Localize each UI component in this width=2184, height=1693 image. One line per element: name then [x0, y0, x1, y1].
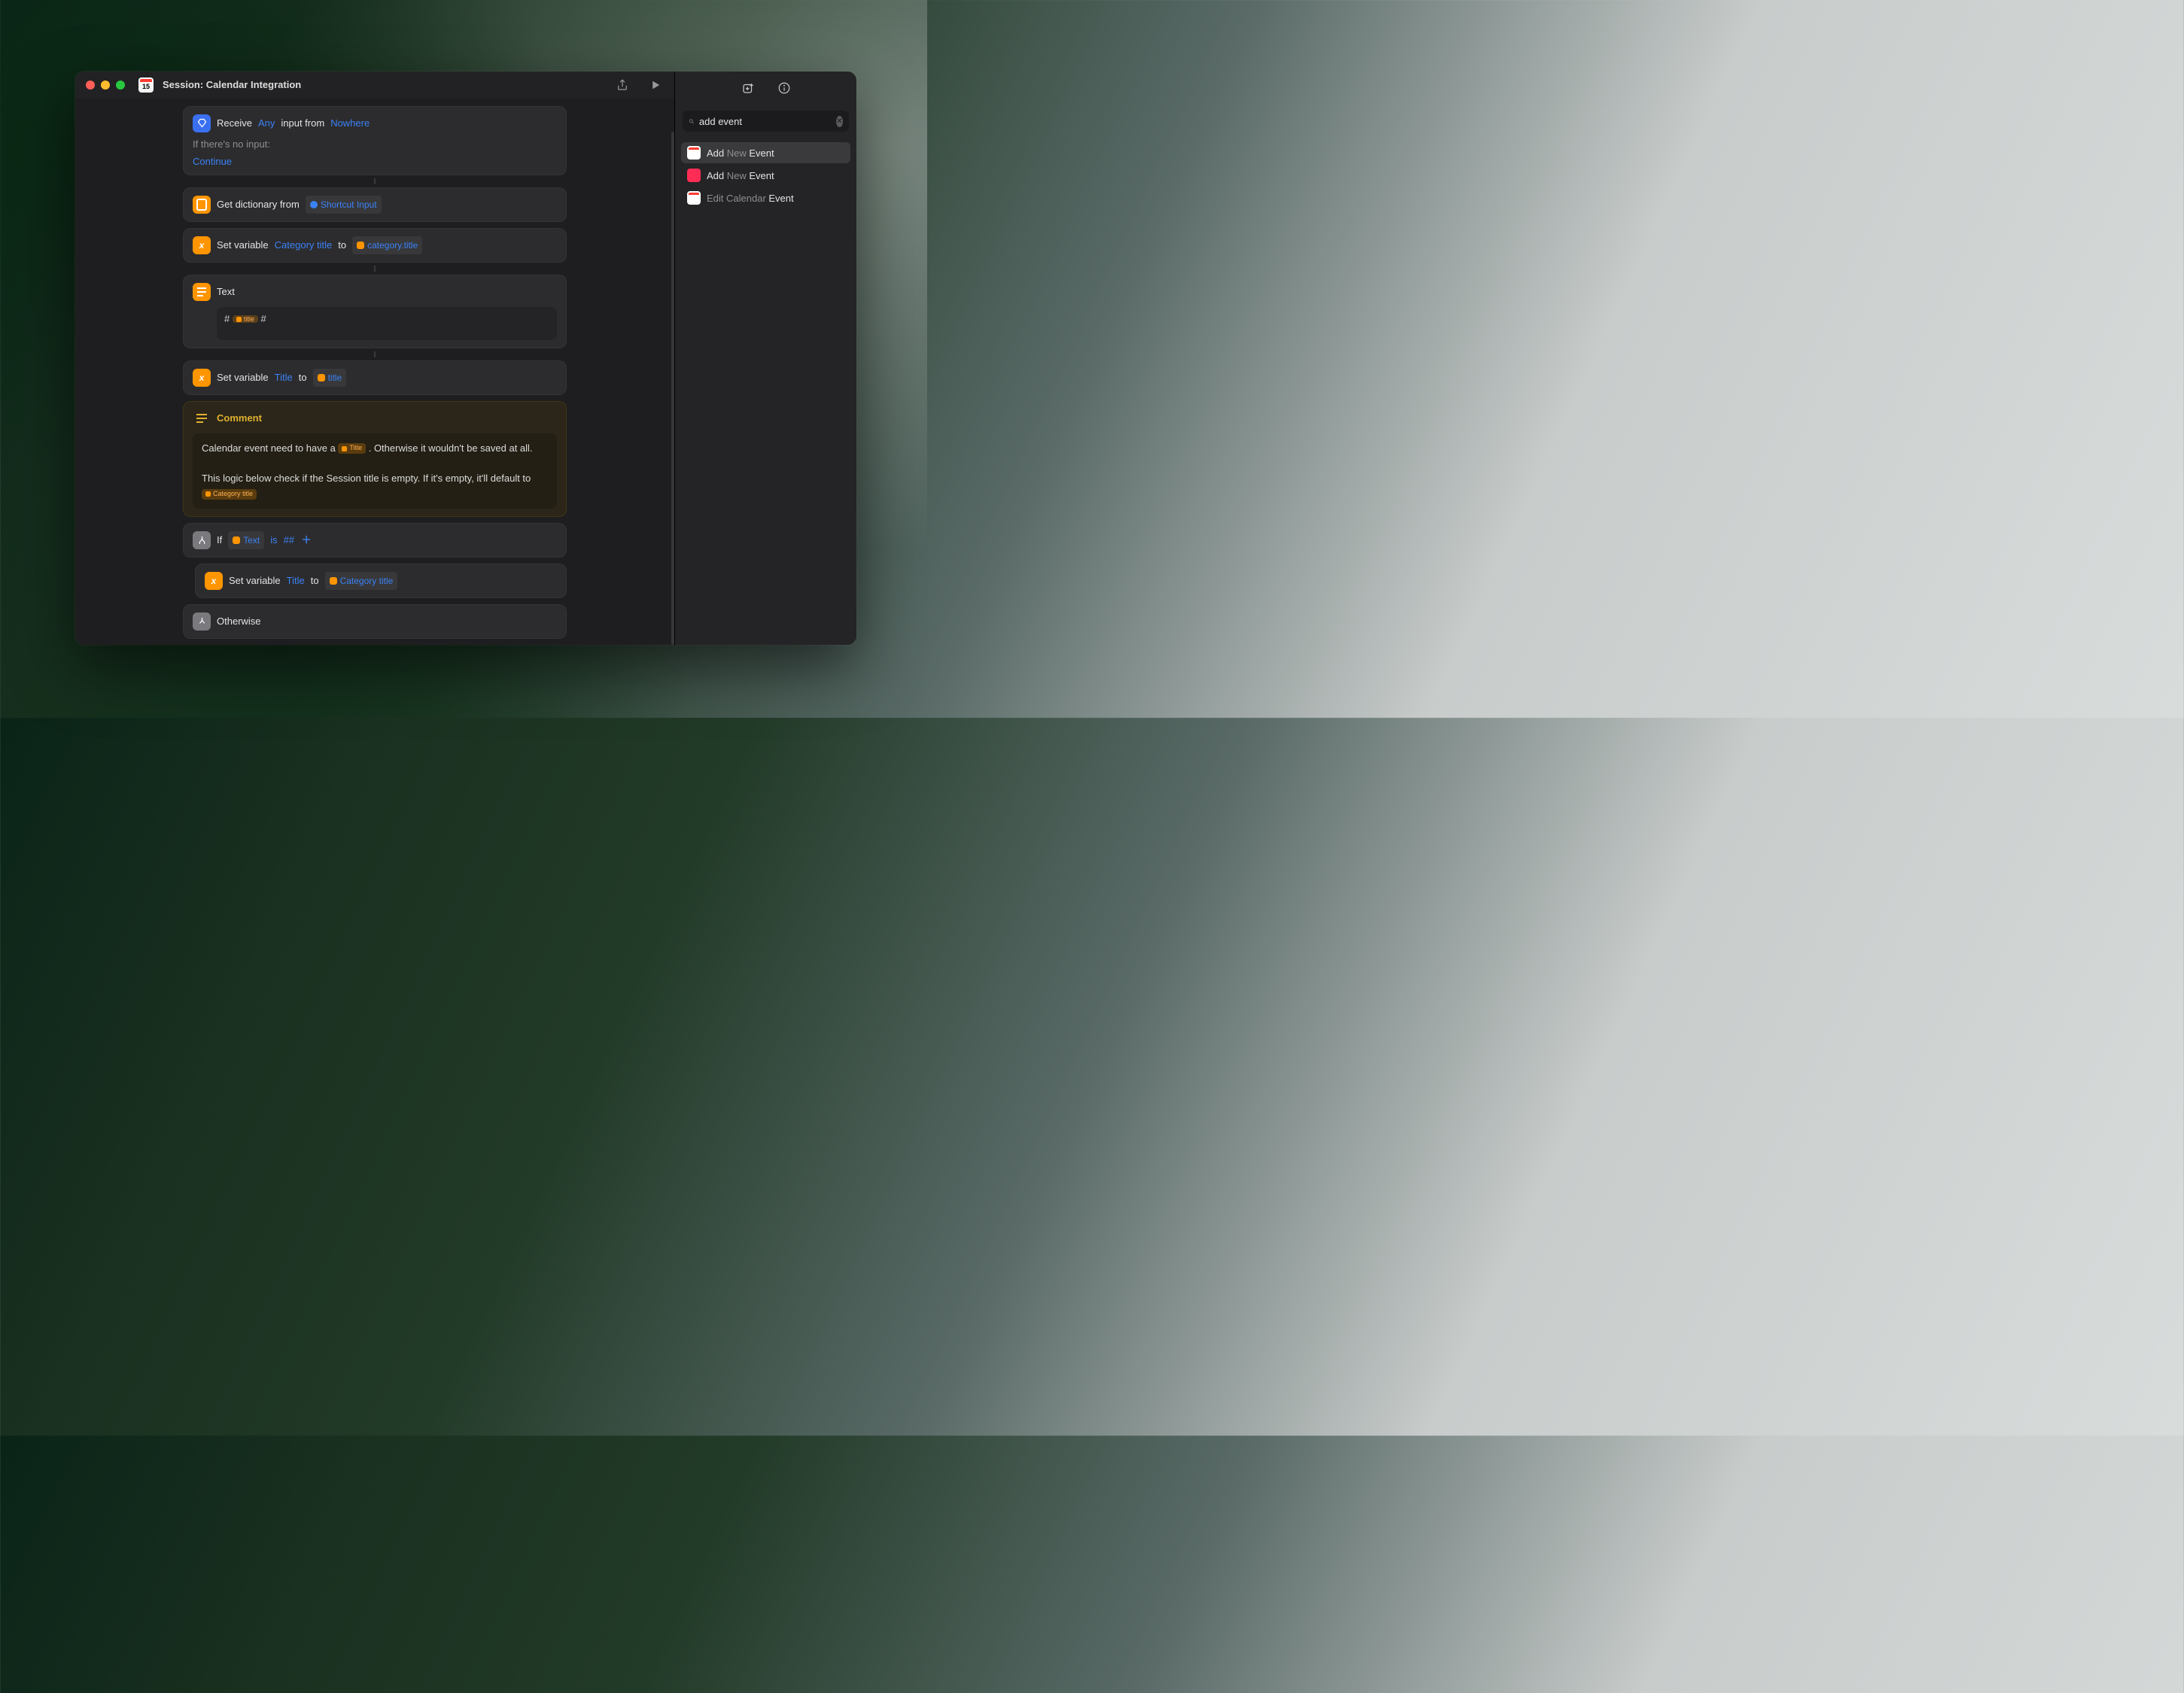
- app-window: 15 Session: Calendar Integration: [75, 71, 856, 645]
- token-is[interactable]: is: [270, 532, 277, 549]
- pill-title[interactable]: title: [313, 369, 347, 387]
- label-to: to: [338, 237, 346, 254]
- action-search[interactable]: ✕: [683, 111, 849, 132]
- token-any[interactable]: Any: [258, 115, 275, 132]
- action-set-variable-category[interactable]: x Set variable Category title to categor…: [183, 228, 567, 263]
- label-if: If: [217, 532, 222, 549]
- comment-title: Comment: [217, 410, 262, 427]
- shortcut-icon: [193, 114, 211, 132]
- library-add-icon[interactable]: [740, 80, 756, 96]
- action-get-dictionary[interactable]: Get dictionary from Shortcut Input: [183, 187, 567, 222]
- action-otherwise[interactable]: Otherwise: [183, 604, 567, 639]
- close-button[interactable]: [86, 81, 95, 90]
- token-hash[interactable]: ##: [284, 532, 294, 549]
- pill-category-title[interactable]: category.title: [352, 236, 422, 254]
- action-if[interactable]: If Text is ## ＋: [183, 523, 567, 558]
- action-comment-1[interactable]: Comment Calendar event need to have a Ti…: [183, 401, 567, 518]
- var-name[interactable]: Title: [275, 369, 293, 386]
- label-to: to: [299, 369, 307, 386]
- comment-icon: [193, 409, 211, 427]
- text-icon: [193, 283, 211, 301]
- pill-title-inline[interactable]: title: [233, 315, 258, 323]
- comment-body[interactable]: Calendar event need to have a Title . Ot…: [193, 433, 557, 509]
- zoom-button[interactable]: [116, 81, 125, 90]
- pill-category-title-val[interactable]: Category title: [325, 572, 398, 590]
- clear-search-icon[interactable]: ✕: [836, 116, 843, 127]
- label-no-input: If there's no input:: [193, 138, 557, 150]
- action-set-variable-title[interactable]: x Set variable Title to title: [183, 360, 567, 395]
- dictionary-icon: [193, 196, 211, 214]
- connector: [374, 351, 376, 357]
- result-edit-calendar-event[interactable]: Edit Calendar Event: [681, 187, 850, 208]
- connector: [374, 266, 376, 272]
- branch-icon: [193, 531, 211, 549]
- label-set-variable: Set variable: [217, 237, 269, 254]
- search-icon: [689, 117, 695, 126]
- workflow-canvas[interactable]: Receive Any input from Nowhere If there'…: [75, 99, 674, 645]
- editor-pane: 15 Session: Calendar Integration: [75, 71, 674, 645]
- result-add-new-event-calendar[interactable]: Add New Event: [681, 142, 850, 163]
- var-name[interactable]: Title: [287, 573, 305, 589]
- add-condition-icon[interactable]: ＋: [300, 534, 312, 546]
- calendar-icon: [687, 146, 701, 160]
- branch-icon: [193, 612, 211, 631]
- label-text: Text: [217, 284, 235, 300]
- variable-icon: x: [193, 236, 211, 254]
- label-from: input from: [281, 115, 324, 132]
- fantastical-icon: [687, 169, 701, 182]
- title-bar: 15 Session: Calendar Integration: [75, 71, 674, 99]
- action-library-sidebar: ✕ Add New Event Add New Event Edit Calen…: [674, 71, 856, 645]
- search-results: Add New Event Add New Event Edit Calenda…: [675, 138, 856, 213]
- pill-shortcut-input[interactable]: Shortcut Input: [306, 196, 382, 214]
- connector: [374, 178, 376, 184]
- variable-icon: x: [193, 369, 211, 387]
- pill-category-ref: Category title: [202, 489, 257, 500]
- window-title: Session: Calendar Integration: [163, 79, 301, 90]
- window-controls: [86, 81, 125, 90]
- calendar-icon: [687, 191, 701, 205]
- label-otherwise: Otherwise: [217, 613, 261, 630]
- token-continue[interactable]: Continue: [193, 156, 232, 167]
- label-receive: Receive: [217, 115, 252, 132]
- variable-icon: x: [205, 572, 223, 590]
- scrollbar[interactable]: [671, 132, 674, 645]
- var-name[interactable]: Category title: [275, 237, 333, 254]
- calendar-app-icon: 15: [138, 78, 154, 93]
- share-icon[interactable]: [614, 77, 631, 93]
- action-receive-input[interactable]: Receive Any input from Nowhere If there'…: [183, 106, 567, 175]
- action-set-variable-title-fallback[interactable]: x Set variable Title to Category title: [195, 564, 567, 598]
- pill-text-var[interactable]: Text: [228, 531, 264, 549]
- result-add-new-event-fantastical[interactable]: Add New Event: [681, 165, 850, 186]
- info-icon[interactable]: [776, 80, 792, 96]
- label-to: to: [311, 573, 319, 589]
- label-set-variable: Set variable: [229, 573, 281, 589]
- action-search-input[interactable]: [699, 116, 832, 127]
- text-body-field[interactable]: # title #: [217, 307, 557, 340]
- pill-title-ref: Title: [338, 443, 366, 454]
- label-get-dictionary: Get dictionary from: [217, 196, 300, 213]
- minimize-button[interactable]: [101, 81, 110, 90]
- play-icon[interactable]: [647, 77, 664, 93]
- token-nowhere[interactable]: Nowhere: [330, 115, 370, 132]
- label-set-variable: Set variable: [217, 369, 269, 386]
- action-text[interactable]: Text # title #: [183, 275, 567, 348]
